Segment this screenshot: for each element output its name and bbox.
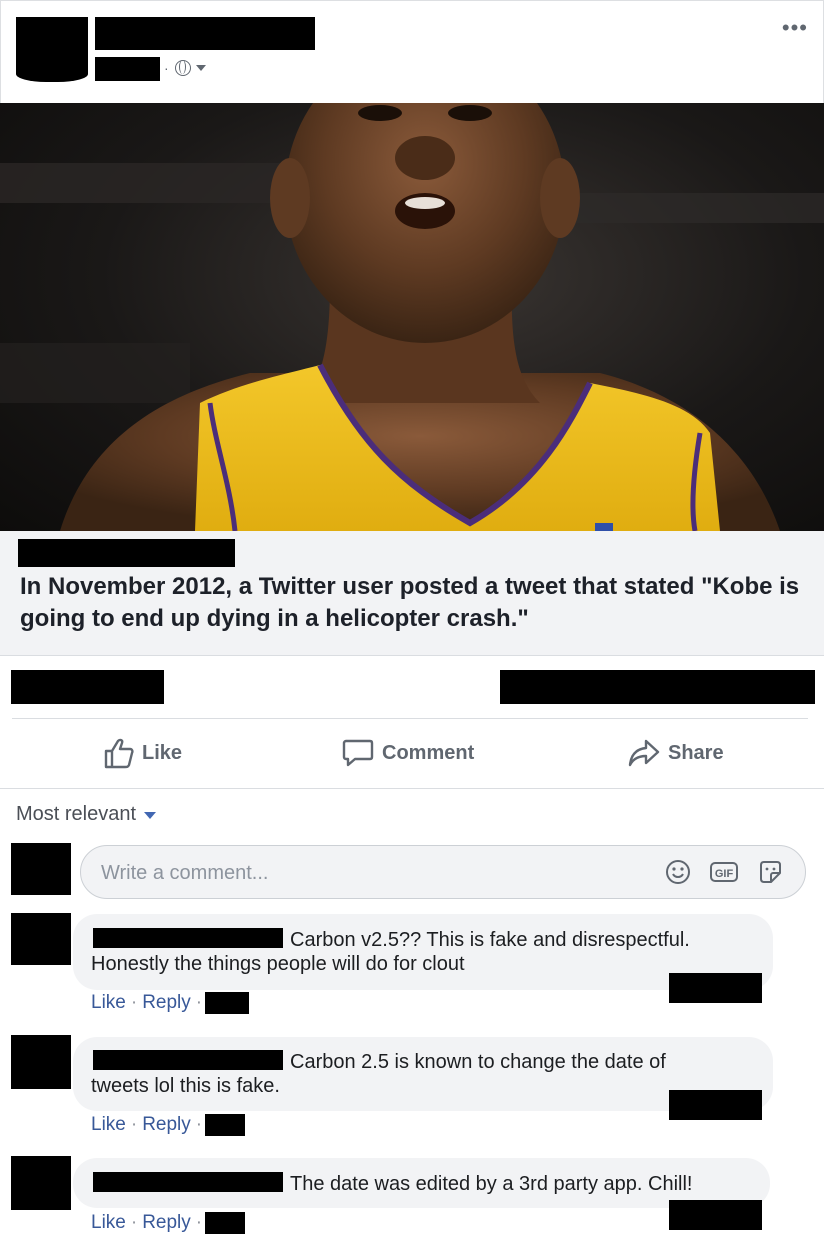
comment-like-link[interactable]: Like: [91, 1212, 126, 1234]
comment-text: Honestly the things people will do for c…: [91, 953, 465, 975]
link-source: [18, 539, 235, 567]
comment-reply-link[interactable]: Reply: [142, 992, 191, 1014]
svg-text:GIF: GIF: [715, 868, 734, 880]
comment-composer[interactable]: GIF: [80, 845, 806, 899]
comment-actions: Like · Reply ·: [91, 1114, 246, 1136]
avatar[interactable]: [16, 17, 88, 82]
comment-timestamp[interactable]: [205, 992, 250, 1014]
comment-avatar[interactable]: [11, 913, 71, 965]
emoji-icon[interactable]: [665, 859, 691, 885]
more-options-icon[interactable]: •••: [782, 17, 808, 39]
comment-reply-link[interactable]: Reply: [142, 1212, 191, 1234]
comment-like-link[interactable]: Like: [91, 1114, 126, 1136]
comment-text: The date was edited by a 3rd party app. …: [290, 1173, 693, 1195]
privacy-selector[interactable]: ·: [164, 60, 206, 76]
sticker-icon[interactable]: [757, 859, 783, 885]
thumbs-up-icon: [104, 738, 134, 769]
comment-timestamp[interactable]: [205, 1114, 246, 1136]
caret-down-icon: [195, 65, 206, 71]
comment-input[interactable]: [99, 858, 623, 888]
comment-text: tweets lol this is fake.: [91, 1075, 280, 1097]
comment-like-link[interactable]: Like: [91, 992, 126, 1014]
comment-timestamp[interactable]: [205, 1212, 246, 1234]
comment-button[interactable]: Comment: [342, 735, 474, 771]
comment-actions: Like · Reply ·: [91, 1212, 246, 1234]
speech-bubble-icon: [342, 739, 374, 767]
photo-illustration: [0, 103, 824, 531]
comment-actions: Like · Reply ·: [91, 992, 250, 1014]
gif-icon[interactable]: GIF: [709, 859, 739, 885]
share-button[interactable]: Share: [628, 735, 724, 771]
comment-reactions[interactable]: [669, 973, 762, 1003]
commenter-name[interactable]: [93, 928, 283, 948]
post-photo[interactable]: [0, 103, 824, 531]
author-name[interactable]: [95, 17, 315, 50]
commenter-name[interactable]: [93, 1172, 283, 1192]
comment-share-counts[interactable]: [500, 670, 815, 704]
globe-icon: [174, 60, 191, 76]
comment-text: Carbon v2.5?? This is fake and disrespec…: [290, 929, 690, 951]
comment-text: Carbon 2.5 is known to change the date o…: [290, 1051, 666, 1073]
comment-reply-link[interactable]: Reply: [142, 1114, 191, 1136]
like-button[interactable]: Like: [104, 735, 182, 771]
comment-sort-dropdown[interactable]: Most relevant: [16, 803, 157, 826]
comment-avatar[interactable]: [11, 1156, 71, 1210]
divider: [0, 788, 824, 789]
share-arrow-icon: [628, 739, 660, 767]
reaction-summary[interactable]: [11, 670, 164, 704]
comment-reactions[interactable]: [669, 1200, 762, 1230]
comment-avatar[interactable]: [11, 1035, 71, 1089]
link-headline[interactable]: In November 2012, a Twitter user posted …: [20, 571, 810, 635]
post-header: [0, 0, 824, 104]
divider: [12, 718, 808, 719]
comment-reactions[interactable]: [669, 1090, 762, 1120]
caret-down-icon: [144, 812, 157, 819]
post-timestamp[interactable]: [95, 57, 160, 81]
commenter-name[interactable]: [93, 1050, 283, 1070]
composer-avatar[interactable]: [11, 843, 71, 895]
